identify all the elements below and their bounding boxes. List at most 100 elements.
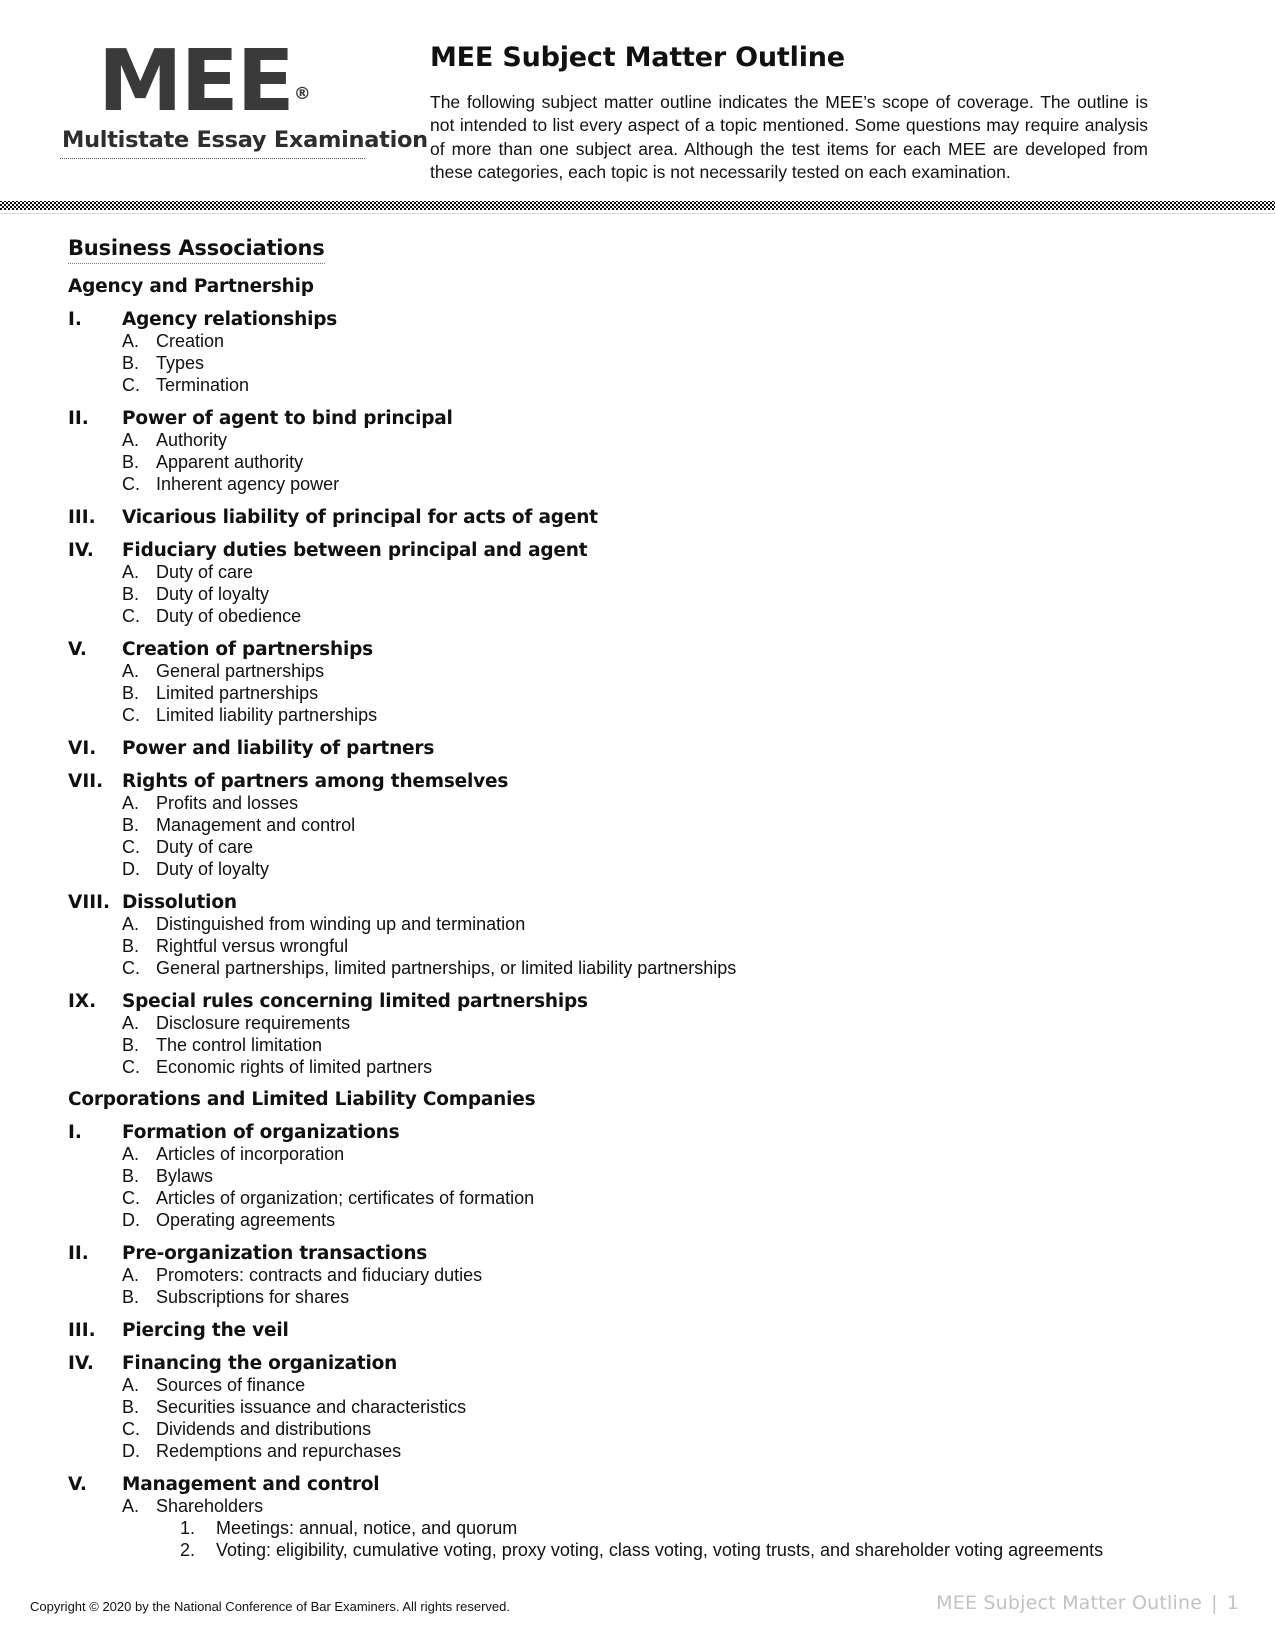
intro-paragraph: The following subject matter outline ind… [430, 92, 1148, 182]
outline-item-level1-marker: III. [68, 507, 96, 529]
outline-item-level3-label: Meetings: annual, notice, and quorum [216, 1518, 518, 1539]
outline-item-level2-marker: C. [122, 606, 140, 627]
outline-item-level2-label: Duty of care [156, 562, 254, 583]
outline-item-level1-marker: IV. [68, 1353, 94, 1375]
outline-item-level3-label: Voting: eligibility, cumulative voting, … [216, 1540, 1104, 1561]
outline-item-level2-label: Shareholders [156, 1496, 264, 1517]
running-title: MEE Subject Matter Outline [936, 1592, 1203, 1614]
outline-item-level1-marker: VIII. [68, 892, 110, 914]
outline-item-level1: I. Agency relationships [68, 309, 1215, 330]
outline-item-level2: D. Redemptions and repurchases [68, 1441, 1215, 1462]
outline-item-level2-marker: A. [122, 1144, 140, 1165]
outline-item-level2: A. Articles of incorporation [68, 1144, 1215, 1165]
outline-item-level1-marker: V. [68, 639, 87, 661]
outline-item-level2-marker: D. [122, 859, 140, 880]
outline-item-level3-marker: 1. [180, 1518, 196, 1539]
outline-item-level1: V. Management and control [68, 1474, 1215, 1495]
outline-item-level2-marker: C. [122, 837, 140, 858]
outline-item-level2-marker: B. [122, 452, 140, 473]
outline-item-level2: C. General partnerships, limited partners… [68, 958, 1215, 979]
outline-item-level1-label: Pre-organization transactions [122, 1243, 428, 1265]
outline-item-level2: C. Duty of obedience [68, 606, 1215, 627]
outline-item-level2: C. Duty of care [68, 837, 1215, 858]
outline-item-level1-label: Financing the organization [122, 1353, 398, 1375]
outline-item-level2: D. Duty of loyalty [68, 859, 1215, 880]
outline-item-level2-label: Disclosure requirements [156, 1013, 351, 1034]
outline-item-level2: B. Limited partnerships [68, 683, 1215, 704]
outline-item-level2-label: Sources of finance [156, 1375, 306, 1396]
header-text-block: MEE Subject Matter Outline The following… [390, 30, 1215, 184]
outline-item-level1-label: Formation of organizations [122, 1122, 400, 1144]
outline-item-level1-label: Special rules concerning limited partner… [122, 991, 588, 1013]
outline-item-level2-marker: A. [122, 1265, 140, 1286]
sections-container: Agency and Partnership I. Agency relations… [68, 276, 1215, 1561]
outline-item-level2-label: Profits and losses [156, 793, 299, 814]
outline-item-level2-marker: A. [122, 1013, 140, 1034]
outline-item-level1-marker: VII. [68, 771, 104, 793]
outline-item-level2-marker: A. [122, 1496, 140, 1517]
outline-item-level2-label: Articles of organization; certificates o… [156, 1188, 535, 1209]
outline-item-level2: D. Operating agreements [68, 1210, 1215, 1231]
outline-item-level2-label: Promoters: contracts and fiduciary dutie… [156, 1265, 483, 1286]
outline-item-level1-label: Creation of partnerships [122, 639, 373, 661]
outline-item-level2-label: Duty of care [156, 837, 254, 858]
outline-item-level1-marker: III. [68, 1320, 96, 1342]
outline-item-level2-marker: C. [122, 474, 140, 495]
outline-item-level2: A. Distinguished from winding up and term… [68, 914, 1215, 935]
outline-item-level2: C. Articles of organization; certificates… [68, 1188, 1215, 1209]
outline-item-level2-marker: B. [122, 584, 140, 605]
outline-item-level2-marker: C. [122, 958, 140, 979]
outline-item-level2-label: General partnerships [156, 661, 325, 682]
outline-item-level2: A. Sources of finance [68, 1375, 1215, 1396]
outline-item-level2: C. Economic rights of limited partners [68, 1057, 1215, 1078]
outline-item-level1-label: Dissolution [122, 892, 237, 914]
outline-item-level2: A. Disclosure requirements [68, 1013, 1215, 1034]
outline-item-level2-label: Inherent agency power [156, 474, 340, 495]
header-divider [0, 201, 1275, 211]
outline-item-level1: VIII. Dissolution [68, 892, 1215, 913]
outline-item-level2-marker: D. [122, 1441, 140, 1462]
outline-item-level2-label: Operating agreements [156, 1210, 336, 1231]
registered-trademark-icon: ® [293, 83, 311, 104]
outline-item-level1-label: Agency relationships [122, 309, 338, 331]
outline-item-level1: II. Power of agent to bind principal [68, 408, 1215, 429]
outline-item-level2-marker: D. [122, 1210, 140, 1231]
outline-item-level1-marker: VI. [68, 738, 97, 760]
outline-item-level2-label: Articles of incorporation [156, 1144, 345, 1165]
outline-item-level1-label: Management and control [122, 1474, 380, 1496]
outline-item-level2-label: General partnerships, limited partnershi… [156, 958, 737, 979]
outline-item-level2: A. Promoters: contracts and fiduciary dut… [68, 1265, 1215, 1286]
outline-item-level1-label: Piercing the veil [122, 1320, 289, 1342]
section-heading: Agency and Partnership [68, 276, 314, 298]
outline-item-level1-marker: IX. [68, 991, 97, 1013]
outline-item-level2-label: Rightful versus wrongful [156, 936, 349, 957]
outline-item-level2: C. Inherent agency power [68, 474, 1215, 495]
outline-item-level1: I. Formation of organizations [68, 1122, 1215, 1143]
outline-item-level2-label: Bylaws [156, 1166, 214, 1187]
outline-item-level2-label: Redemptions and repurchases [156, 1441, 402, 1462]
logo-main-text: MEE [98, 32, 295, 131]
outline-item-level2: C. Limited liability partnerships [68, 705, 1215, 726]
outline-item-level2: A. Duty of care [68, 562, 1215, 583]
outline-item-level1: VII. Rights of partners among themselves [68, 771, 1215, 792]
outline-item-level1-label: Vicarious liability of principal for act… [122, 507, 598, 529]
outline-item-level2: C. Termination [68, 375, 1215, 396]
page-number: 1 [1226, 1592, 1239, 1614]
outline-item-level1-marker: I. [68, 1122, 82, 1144]
outline-item-level1-label: Fiduciary duties between principal and a… [122, 540, 588, 562]
outline-item-level2-marker: B. [122, 936, 140, 957]
outline-item-level2-marker: A. [122, 661, 140, 682]
outline-item-level2-marker: B. [122, 1287, 140, 1308]
page-footer: Copyright © 2020 by the National Confere… [0, 1592, 1275, 1614]
outline-item-level2: B. Duty of loyalty [68, 584, 1215, 605]
outline-item-level2: C. Dividends and distributions [68, 1419, 1215, 1440]
outline-item-level2: A. Authority [68, 430, 1215, 451]
outline-item-level3: 1. Meetings: annual, notice, and quorum [68, 1518, 1215, 1539]
outline-item-level2: A. Creation [68, 331, 1215, 352]
outline-item-level1-marker: V. [68, 1474, 87, 1496]
outline-item-level1-marker: II. [68, 408, 89, 430]
outline-item-level2: B. Securities issuance and characteristic… [68, 1397, 1215, 1418]
outline-item-level2-label: Types [156, 353, 205, 374]
outline-item-level1: II. Pre-organization transactions [68, 1243, 1215, 1264]
mee-logo: MEE® Multistate Essay Examination [60, 30, 428, 159]
